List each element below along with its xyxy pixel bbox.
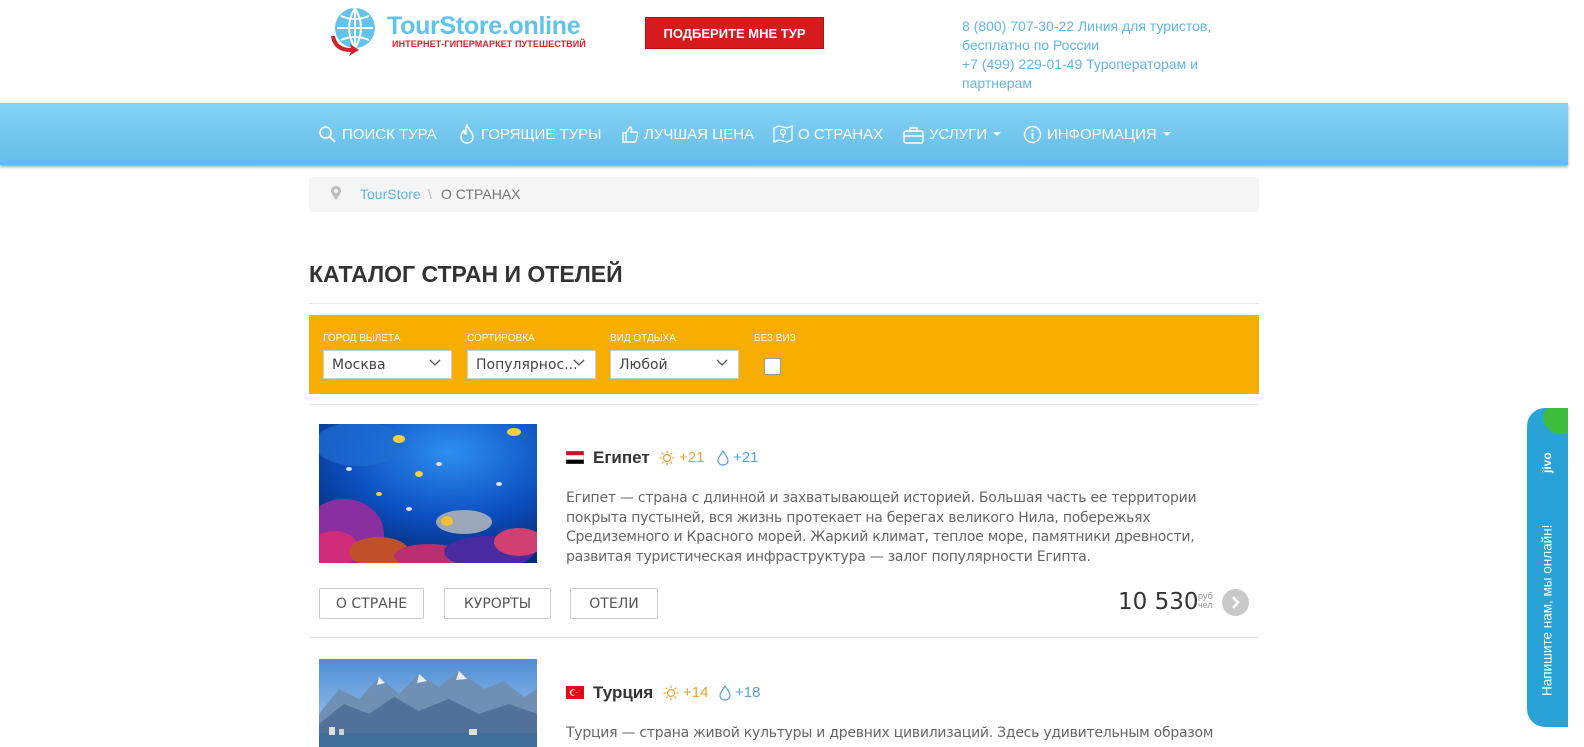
nav-item-label: ГОРЯЩИЕ ТУРЫ xyxy=(481,125,602,143)
sort-value: Популярнос... xyxy=(476,357,578,373)
site-logo[interactable]: TourStore.online ИНТЕРНЕТ-ГИПЕРМАРКЕТ ПУ… xyxy=(329,6,589,60)
chat-status-indicator xyxy=(1543,408,1568,434)
logo-subtitle: ИНТЕРНЕТ-ГИПЕРМАРКЕТ ПУТЕШЕСТВИЙ xyxy=(392,39,586,49)
nav-item-label: О СТРАНАХ xyxy=(798,125,884,143)
chevron-down-icon xyxy=(716,359,728,366)
chat-invite-text: Напишите нам, мы онлайн! xyxy=(1539,524,1555,697)
nav-item-about-countries[interactable]: О СТРАНАХ xyxy=(773,103,883,165)
nav-item-best-price[interactable]: ЛУЧШАЯ ЦЕНА xyxy=(621,103,754,165)
country-name-egypt[interactable]: Египет xyxy=(593,448,650,468)
turkey-flag-icon xyxy=(566,686,584,699)
price-unit-person: чел xyxy=(1198,600,1213,610)
breadcrumb-home-link[interactable]: TourStore xyxy=(360,186,421,202)
chevron-down-icon xyxy=(993,132,1002,136)
pick-tour-button[interactable]: ПОДБЕРИТЕ МНЕ ТУР xyxy=(645,17,824,49)
about-country-button[interactable]: О СТРАНЕ xyxy=(319,588,424,619)
divider xyxy=(309,303,1259,304)
no-visa-label: БЕЗ ВИЗ xyxy=(754,333,796,344)
globe-logo-icon xyxy=(331,7,375,56)
nav-item-label: УСЛУГИ xyxy=(929,125,988,143)
contact-line: бесплатно по России xyxy=(962,37,1100,53)
hotels-button[interactable]: ОТЕЛИ xyxy=(570,588,658,619)
info-icon xyxy=(1023,125,1042,143)
breadcrumb-current: О СТРАНАХ xyxy=(441,186,521,202)
logo-text: TourStore.online xyxy=(387,12,581,40)
divider xyxy=(309,637,1259,638)
country-name-turkey[interactable]: Турция xyxy=(593,683,653,703)
suitcase-icon xyxy=(903,126,924,144)
breadcrumb-separator: \ xyxy=(428,186,432,202)
nav-item-hot-tours[interactable]: ГОРЯЩИЕ ТУРЫ xyxy=(458,103,601,165)
sun-icon xyxy=(663,685,679,700)
water-drop-icon xyxy=(717,449,729,466)
country-image-egypt[interactable] xyxy=(319,424,537,563)
live-chat-widget[interactable]: jivo Напишите нам, мы онлайн! xyxy=(1527,408,1568,727)
sun-icon xyxy=(659,450,675,465)
country-description: Египет — страна с длинной и захватывающе… xyxy=(566,490,1197,565)
site-header: TourStore.online ИНТЕРНЕТ-ГИПЕРМАРКЕТ ПУ… xyxy=(0,0,1584,103)
location-pin-icon xyxy=(331,186,341,200)
map-pin-icon xyxy=(773,125,793,143)
search-icon xyxy=(319,125,336,143)
nav-item-label: ИНФОРМАЦИЯ xyxy=(1047,125,1157,143)
sort-label: СОРТИРОВКА xyxy=(467,333,535,344)
breadcrumb: TourStore \ О СТРАНАХ xyxy=(309,177,1259,212)
departure-city-select[interactable]: Москва xyxy=(323,350,452,379)
vacation-type-label: ВИД ОТДЫХА xyxy=(610,333,676,344)
vacation-type-value: Любой xyxy=(619,357,668,373)
filter-bar: ГОРОД ВЫЛЕТА Москва СОРТИРОВКА Популярно… xyxy=(309,315,1259,394)
price-value: 10 530 xyxy=(1118,589,1199,615)
underwater-reef-image xyxy=(319,424,537,563)
country-image-turkey[interactable] xyxy=(319,659,537,747)
price-unit: руб чел xyxy=(1198,592,1213,610)
mountain-coast-image xyxy=(319,659,537,747)
departure-city-label: ГОРОД ВЫЛЕТА xyxy=(323,333,401,344)
contact-line[interactable]: +7 (499) 229-01-49 Туроператорам и xyxy=(962,55,1242,74)
water-temperature: +21 xyxy=(717,449,758,466)
egypt-flag-icon xyxy=(566,451,584,464)
contact-line: партнерам xyxy=(962,75,1032,91)
air-temperature: +14 xyxy=(663,684,708,701)
sort-select[interactable]: Популярнос... xyxy=(467,350,596,379)
country-description: Турция — страна живой культуры и древних… xyxy=(566,725,1214,741)
jivo-logo: jivo xyxy=(1540,452,1554,474)
nav-item-label: ПОИСК ТУРА xyxy=(342,125,437,143)
contact-line[interactable]: 8 (800) 707-30-22 Линия для туристов, xyxy=(962,17,1242,36)
divider xyxy=(309,404,1259,405)
thumbs-up-icon xyxy=(622,125,639,143)
nav-item-search-tour[interactable]: ПОИСК ТУРА xyxy=(318,103,437,165)
vacation-type-select[interactable]: Любой xyxy=(610,350,739,379)
air-temperature-value: +14 xyxy=(683,684,709,701)
water-drop-icon xyxy=(719,684,731,701)
air-temperature: +21 xyxy=(659,449,704,466)
contacts-block: 8 (800) 707-30-22 Линия для туристов, бе… xyxy=(962,17,1242,93)
go-to-country-button[interactable] xyxy=(1222,589,1249,616)
flame-icon xyxy=(460,124,474,144)
no-visa-checkbox[interactable] xyxy=(764,358,781,375)
water-temperature-value: +21 xyxy=(733,449,759,466)
page-title: КАТАЛОГ СТРАН И ОТЕЛЕЙ xyxy=(309,261,623,287)
water-temperature-value: +18 xyxy=(735,684,761,701)
chevron-down-icon xyxy=(1162,132,1171,136)
chevron-down-icon xyxy=(573,359,585,366)
nav-item-label: ЛУЧШАЯ ЦЕНА xyxy=(644,125,755,143)
water-temperature: +18 xyxy=(719,684,760,701)
main-nav: ПОИСК ТУРА ГОРЯЩИЕ ТУРЫ ЛУЧШАЯ ЦЕНА О СТ… xyxy=(0,103,1568,165)
nav-item-services[interactable]: УСЛУГИ xyxy=(903,103,1002,165)
chevron-down-icon xyxy=(429,359,441,366)
departure-city-value: Москва xyxy=(332,357,386,373)
resorts-button[interactable]: КУРОРТЫ xyxy=(444,588,551,619)
air-temperature-value: +21 xyxy=(679,449,705,466)
chevron-right-icon xyxy=(1232,596,1240,609)
nav-item-information[interactable]: ИНФОРМАЦИЯ xyxy=(1023,103,1171,165)
